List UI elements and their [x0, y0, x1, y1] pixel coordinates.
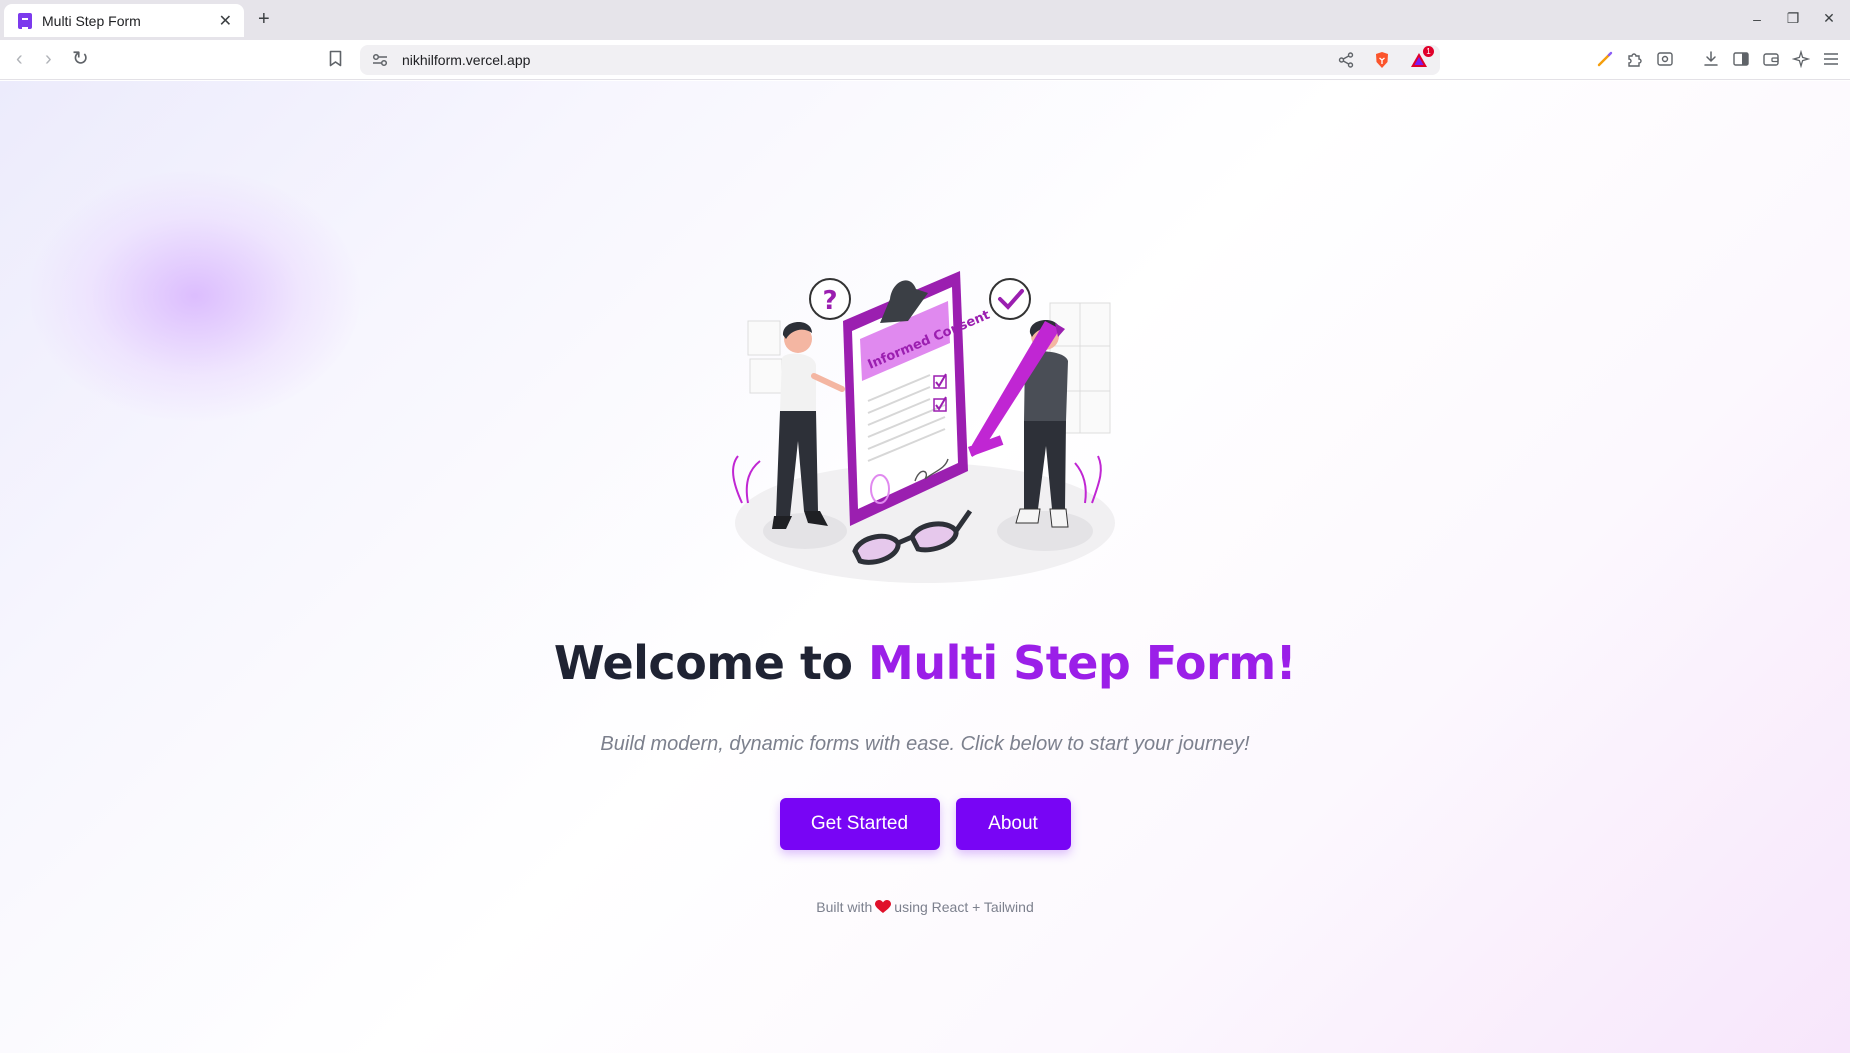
- leo-pen-icon[interactable]: [1596, 50, 1614, 68]
- svg-text:?: ?: [822, 286, 837, 316]
- url-text[interactable]: nikhilform.vercel.app: [402, 52, 1338, 68]
- informed-consent-illustration: Informed Consent ?: [732, 271, 1115, 583]
- menu-icon[interactable]: [1822, 50, 1840, 68]
- footer-credit: Built with using React + Tailwind: [0, 899, 1850, 915]
- back-button[interactable]: ‹: [16, 48, 23, 70]
- picture-frames-left: [747, 320, 783, 394]
- wallet-icon[interactable]: [1762, 50, 1780, 68]
- sidebar-icon[interactable]: [1732, 50, 1750, 68]
- share-icon[interactable]: [1338, 52, 1354, 68]
- browser-toolbar: ‹ › ↻ nikhilform.vercel.app 1: [0, 40, 1850, 80]
- active-tab[interactable]: Multi Step Form ✕: [4, 4, 244, 37]
- title-accent: Multi Step Form!: [868, 636, 1297, 690]
- about-button[interactable]: About: [955, 798, 1071, 850]
- heart-icon: [875, 900, 892, 913]
- rewards-count-badge: 1: [1423, 46, 1434, 57]
- brave-shields-icon[interactable]: [1374, 51, 1390, 69]
- minimize-button[interactable]: –: [1750, 11, 1764, 27]
- download-icon[interactable]: [1702, 50, 1720, 68]
- tab-title: Multi Step Form: [42, 12, 141, 29]
- window-controls: – ❐ ✕: [1750, 10, 1836, 27]
- site-settings-icon[interactable]: [372, 53, 388, 67]
- footer-prefix: Built with: [816, 899, 873, 915]
- leo-ai-icon[interactable]: [1792, 50, 1810, 68]
- tab-close-icon[interactable]: ✕: [219, 11, 232, 31]
- background-glow: [30, 171, 360, 421]
- bookmark-icon[interactable]: [329, 50, 342, 67]
- form-favicon-icon: [18, 12, 32, 29]
- close-window-button[interactable]: ✕: [1822, 10, 1836, 27]
- checkmark-bubble: [989, 278, 1031, 320]
- page-title: Welcome to Multi Step Form!: [0, 636, 1850, 690]
- title-prefix: Welcome to: [553, 636, 869, 690]
- get-started-button[interactable]: Get Started: [779, 798, 940, 850]
- reload-button[interactable]: ↻: [72, 48, 89, 70]
- page-subtitle: Build modern, dynamic forms with ease. C…: [600, 733, 1250, 755]
- maximize-button[interactable]: ❐: [1786, 10, 1800, 27]
- forward-button[interactable]: ›: [45, 48, 52, 70]
- action-buttons: Get Started About: [0, 798, 1850, 850]
- new-tab-button[interactable]: +: [258, 8, 270, 30]
- extensions-icon[interactable]: [1626, 50, 1644, 68]
- screenshot-icon[interactable]: [1656, 50, 1674, 68]
- address-bar[interactable]: nikhilform.vercel.app 1: [360, 45, 1440, 75]
- question-bubble: ?: [809, 278, 851, 320]
- footer-suffix: using React + Tailwind: [894, 899, 1034, 915]
- browser-tab-bar: Multi Step Form ✕ + – ❐ ✕: [0, 0, 1850, 40]
- brave-rewards-icon[interactable]: 1: [1410, 46, 1434, 68]
- extension-toolbar: [1596, 50, 1840, 68]
- landing-page: Informed Consent ? Welcome to Multi Step…: [0, 81, 1850, 1053]
